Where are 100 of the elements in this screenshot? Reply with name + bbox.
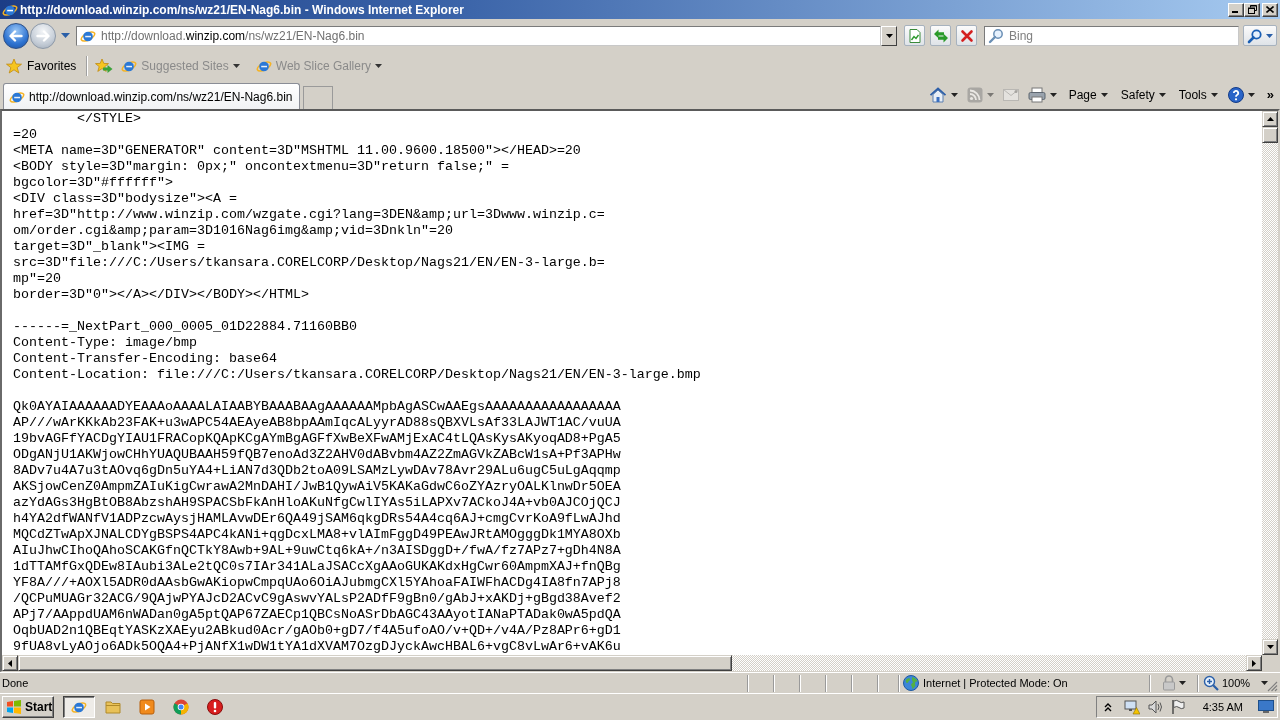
favorites-button[interactable]: Favorites: [4, 55, 79, 77]
flag-icon[interactable]: [1169, 699, 1186, 715]
source-line: <BODY style=3D"margin: 0px;" oncontextmenu=3D"return false;" =: [13, 159, 509, 175]
lock-icon: [1161, 675, 1176, 691]
rss-icon: [966, 86, 983, 103]
refresh-button[interactable]: [930, 25, 951, 46]
menu-button[interactable]: Safety: [1116, 83, 1170, 106]
zoom-icon: [1203, 675, 1219, 691]
source-line: APj7/AAppdUAM6nWADan0gA5ptQAP67ZAECp1QBCsNoASrDbAGC43AAyotIANaPTADak0wA5pdQA: [13, 607, 621, 623]
start-button[interactable]: Start: [2, 696, 54, 718]
browser-tab[interactable]: http://download.winzip.com/ns/wz21/EN-Nag6.bin: [3, 83, 300, 109]
globe-icon: [903, 675, 919, 691]
source-line: ODgANjU1AKWjowCHhYUAQUBAAH59fQB7enoAd3Z2AHV0dABvbm4AZ2ZmAGVkZABcW1sA+Pf3APHw: [13, 447, 621, 463]
source-line: h4YA2dfWANfV1ADPzcwAysjHAMLAvwDEr6QA49jSAM6qkgDRs54A4cq6AJ+cmgCvrKoA9fLwAJhd: [13, 511, 621, 527]
source-line: 8ADv7u4A7u3tAOvq6gDn5uYA4+LiAN7d3QDb2toA09LSAMzLywDAv78Avr29ALu6ugC5uLgAqqmp: [13, 463, 621, 479]
source-line: =20: [13, 127, 37, 143]
compatibility-button[interactable]: [904, 25, 925, 46]
left-arrow-icon: [9, 29, 23, 42]
menu-button[interactable]: Page: [1064, 83, 1112, 106]
right-arrow-icon: [1252, 659, 1256, 667]
scrollbar-thumb[interactable]: [18, 655, 732, 671]
caret-icon[interactable]: [61, 33, 70, 38]
caret-icon: [1247, 92, 1255, 97]
zoom-button[interactable]: 100%: [1201, 674, 1271, 692]
show-desktop-icon[interactable]: [1258, 700, 1274, 714]
source-line: azYdAGs3HgBtOB8AbzshAH9SPACSbFkAnHloAKuNfgCwlIYAs5iLAPXv7ACkoJ4A+vb0AJCOjQCJ: [13, 495, 621, 511]
address-field[interactable]: http://download.winzip.com/ns/wz21/EN-Nag6.bin: [76, 25, 881, 46]
folder-icon: [105, 699, 121, 715]
source-line: Content-Location: file:///C:/Users/tkansara.CORELCORP/Desktop/Nags21/EN/EN-3-large.bmp: [13, 367, 701, 383]
alert-icon: [207, 699, 223, 715]
source-line: YF8A///+AOXl5ADR0dAAsbGwAKiopwCmpqUAo6OiAJubmgCXl5YAhoaFAIWFhACDg4IA8fn7APj8: [13, 575, 621, 591]
security-zone-text: Internet | Protected Mode: On: [923, 677, 1068, 689]
source-line: OqbUAD2n1QBEqtYASKzXAEyu2ABkud0Acr/gAOb0+gD7/f4A5ufoAO/v+QD+/v4A/Pz8APr6+gD1: [13, 623, 621, 639]
source-line: /QCPuMUAGr32ACG/9QAjwPYAJcD2ACvC9gAswvYALsP2ADfF9gBn0/gAbJ+xAKDj+gBgd38Avef2: [13, 591, 621, 607]
source-line: <META name=3D"GENERATOR" content=3D"MSHTML 11.00.9600.18500"></HEAD>=20: [13, 143, 581, 159]
search-icon: [988, 27, 1004, 44]
source-line: href=3D"http://www.winzip.com/wzgate.cgi?lang=3DEN&amp;url=3Dwww.winzip.c=: [13, 207, 605, 223]
search-button[interactable]: [1243, 25, 1277, 46]
source-line: AP///wArKKkAb23FAK+u3wAPC54AEAyeAB8bpAAmIqcALyyrAD88sQBXVLsAf33LAJWT1AC/vuUA: [13, 415, 621, 431]
taskbar-button[interactable]: [63, 696, 95, 718]
source-line: MQCdZTwApXJNALCDYgBSPS4APC4kANi+qgDcxLMA8+vlAImFggD49PEAwJRtAMOgggDk1MYA8OXb: [13, 527, 621, 543]
caret-icon: [1210, 92, 1218, 97]
document-chart-icon: [906, 27, 923, 44]
source-line: om/order.cgi&amp;param=3D1016Nag6img&amp;vid=3Dnkln"=20: [13, 223, 453, 239]
chevron-up-icon[interactable]: [1103, 702, 1112, 712]
minimize-button[interactable]: [1228, 2, 1244, 17]
up-arrow-icon: [1266, 117, 1274, 121]
source-line: src=3D"file:///C:/Users/tkansara.CORELCORP/Desktop/Nags21/EN/EN-3-large.b=: [13, 255, 605, 271]
scrollbar-thumb[interactable]: [1262, 127, 1278, 143]
restore-button[interactable]: [1244, 2, 1260, 17]
scroll-down-button[interactable]: [1262, 639, 1278, 655]
down-arrow-icon: [1266, 645, 1274, 649]
scroll-left-button[interactable]: [2, 655, 18, 671]
address-dropdown-button[interactable]: [881, 25, 897, 46]
clock-text: 4:35 AM: [1202, 701, 1243, 713]
caret-icon: [1100, 92, 1108, 97]
resize-grip-icon[interactable]: [1266, 680, 1278, 692]
orbit-logo-icon: [255, 58, 272, 74]
star-icon: [6, 58, 22, 74]
close-icon: [958, 27, 975, 44]
source-line: ------=_NextPart_000_0005_01D22884.71160BB0: [13, 319, 357, 335]
speaker-icon[interactable]: [1146, 699, 1163, 715]
play-icon: [139, 699, 155, 715]
envelope-icon: [1002, 88, 1019, 101]
refresh-icon: [932, 27, 949, 44]
scroll-right-button[interactable]: [1246, 655, 1262, 671]
scroll-up-button[interactable]: [1262, 111, 1278, 127]
window-title: http://download.winzip.com/ns/wz21/EN-Nag6.bin - Windows Internet Explorer: [20, 2, 465, 17]
search-icon: [1247, 27, 1263, 44]
orbit-logo-icon: [121, 58, 138, 74]
source-line: Content-Type: image/bmp: [13, 335, 197, 351]
search-field[interactable]: Bing: [984, 25, 1239, 46]
close-button[interactable]: [1262, 2, 1278, 17]
caret-icon: [986, 92, 994, 97]
source-line: <DIV class=3D"bodysize"><A =: [13, 191, 237, 207]
source-line: mp"=20: [13, 271, 61, 287]
orbit-logo-icon: [70, 699, 88, 715]
star-arrow-icon[interactable]: [95, 58, 114, 74]
stop-button[interactable]: [956, 25, 977, 46]
source-line: border=3D"0"></A></DIV></BODY></HTML>: [13, 287, 309, 303]
source-line: </STYLE>: [76, 111, 141, 127]
source-line: AIuJhwCIhoQAhoSCAKGfnQCTkY8Awb+9AL+9uwCtq6kA+/n3AISDggD+/fwA/fz7APz7+gDh4N8A: [13, 543, 621, 559]
caret-icon: [950, 92, 958, 97]
printer-icon: [1027, 86, 1046, 103]
close-icon: [1266, 6, 1274, 13]
help-icon: [1227, 86, 1244, 103]
back-button[interactable]: [3, 22, 29, 49]
menu-button[interactable]: Tools: [1174, 83, 1222, 106]
network-icon[interactable]: [1123, 699, 1140, 715]
source-line: Content-Transfer-Encoding: base64: [13, 351, 277, 367]
caret-icon: [232, 64, 240, 68]
source-line: target=3D"_blank"><IMG =: [13, 239, 205, 255]
source-line: 9fUA8vLyAOjo6ADk5OQA4+PjANfX1wDW1tYA1dXVAM7OzgDJyckAwcHBAL6+vgC8vLwAr6+vAK6u: [13, 639, 621, 655]
caret-icon: [1261, 681, 1269, 685]
circle-logo-icon: [173, 699, 189, 715]
source-line: 19bvAGFfYACDgYIAU1FRACopKQApKCgAYmBgAGFfXwBeXFwAMjExAC4tLQAsKysAKyoqAD8+PgA5: [13, 431, 621, 447]
right-arrow-icon: [36, 29, 50, 42]
home-icon: [928, 86, 947, 103]
flag-logo-icon: [6, 699, 22, 715]
overflow-button[interactable]: »: [1260, 83, 1276, 106]
